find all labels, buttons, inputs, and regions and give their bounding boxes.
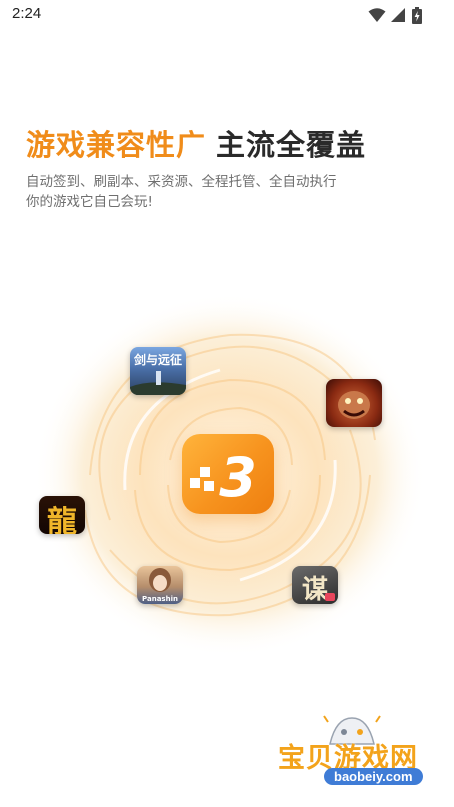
monster-face-art <box>338 391 370 419</box>
game-icon-top-left[interactable]: 剑与远征 <box>130 347 186 395</box>
hero-subtitle-line1: 自动签到、刷副本、采资源、全程托管、全自动执行 <box>26 174 337 190</box>
game-icon-left-caption: 龍 <box>47 505 77 534</box>
game-icon-bottom-left[interactable]: Panashin <box>137 566 183 604</box>
hero-title-rest: 主流全覆盖 <box>216 128 367 162</box>
game-badge-icon <box>325 593 335 601</box>
hero-title: 游戏兼容性广 主流全覆盖 <box>26 122 446 164</box>
signal-icon <box>391 8 405 22</box>
status-bar: 2:24 <box>0 0 454 30</box>
game-scene-art <box>130 371 186 395</box>
game-icon-bottom-left-caption: Panashin <box>142 595 178 603</box>
watermark-url: baobeiy.com <box>324 768 423 785</box>
game-icon-bottom-right[interactable]: 谋 <box>292 566 338 604</box>
hero-subtitle-line2: 你的游戏它自己会玩! <box>26 194 153 210</box>
center-app-logo: 3 <box>182 434 274 514</box>
game-icon-left[interactable]: 龍 <box>39 496 85 534</box>
status-time: 2:24 <box>12 5 42 22</box>
wifi-icon <box>368 8 386 22</box>
hero-title-highlight: 游戏兼容性广 <box>26 128 207 162</box>
battery-charging-icon <box>412 7 422 24</box>
hero-subtitle: 自动签到、刷副本、采资源、全程托管、全自动执行 你的游戏它自己会玩! <box>26 172 426 212</box>
game-icon-top-right[interactable] <box>326 379 382 427</box>
watermark: 宝贝游戏网 baobeiy.com <box>272 712 432 807</box>
app-logo-mark: 3 <box>190 446 257 509</box>
app-logo-glyph: 3 <box>219 446 257 509</box>
